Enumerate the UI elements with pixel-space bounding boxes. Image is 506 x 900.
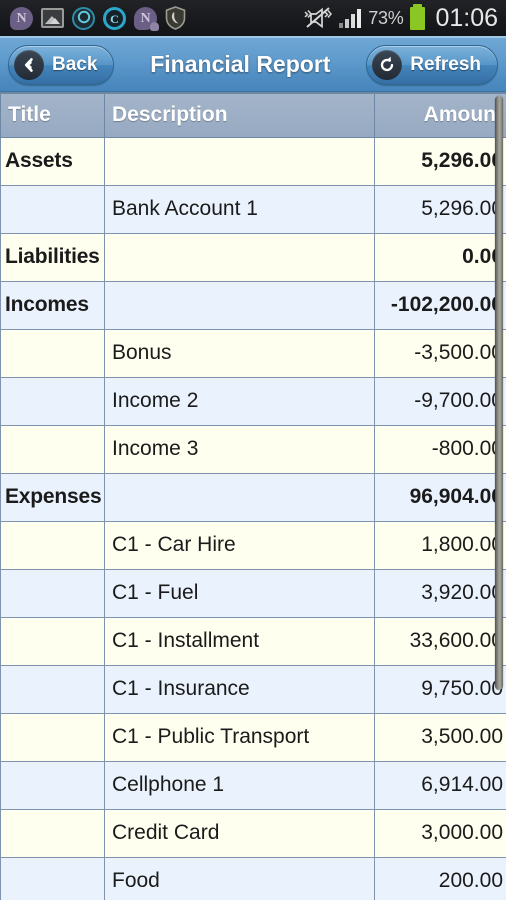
back-button-label: Back bbox=[52, 53, 98, 75]
cell-title: Incomes bbox=[0, 280, 105, 330]
back-button[interactable]: Back bbox=[8, 44, 115, 85]
battery-icon bbox=[410, 3, 426, 30]
cell-description: C1 - Fuel bbox=[104, 568, 375, 618]
refresh-icon bbox=[372, 49, 403, 80]
cell-title bbox=[0, 568, 105, 618]
cell-amount: 0.00 bbox=[374, 232, 506, 282]
cell-amount: 3,920.00 bbox=[374, 568, 506, 618]
security-shield-icon bbox=[165, 6, 186, 30]
cell-description bbox=[104, 232, 375, 282]
cell-description: Credit Card bbox=[104, 808, 375, 858]
battery-percent-label: 73% bbox=[368, 7, 404, 28]
chevron-left-icon bbox=[14, 49, 44, 80]
cell-amount: 33,600.00 bbox=[374, 616, 506, 666]
notification-icon-group: N C N bbox=[10, 6, 186, 31]
table-header: Title Description Amount bbox=[0, 92, 506, 138]
table-row[interactable]: Incomes -102,200.00 bbox=[0, 280, 506, 330]
app-title-bar: Back Financial Report Refresh bbox=[0, 36, 506, 92]
table-row[interactable]: C1 - Public Transport 3,500.00 bbox=[0, 712, 506, 762]
cell-amount: 5,296.00 bbox=[374, 184, 506, 234]
cell-title bbox=[0, 808, 105, 858]
cell-description: Income 3 bbox=[104, 424, 375, 474]
cell-title bbox=[0, 328, 105, 378]
table-header-row: Title Description Amount bbox=[0, 92, 506, 138]
cell-description: Bonus bbox=[104, 328, 375, 378]
cell-amount: -3,500.00 bbox=[374, 328, 506, 378]
column-header-description[interactable]: Description bbox=[104, 92, 375, 138]
cell-title bbox=[0, 376, 105, 426]
table-body: Assets 5,296.00 Bank Account 1 5,296.00 Liab… bbox=[0, 136, 506, 900]
cell-amount: -9,700.00 bbox=[374, 376, 506, 426]
status-bar: N C N 73% 01:06 bbox=[0, 0, 506, 36]
financial-report-table: Title Description Amount Assets 5,296.00 B… bbox=[0, 92, 506, 900]
status-right-group: 73% 01:06 bbox=[304, 3, 498, 33]
gallery-image-icon bbox=[41, 8, 64, 28]
cell-title: Expenses bbox=[0, 472, 105, 522]
cell-title: Assets bbox=[0, 136, 105, 186]
table-row[interactable]: Liabilities 0.00 bbox=[0, 232, 506, 282]
cell-amount: 96,904.00 bbox=[374, 472, 506, 522]
table-row[interactable]: C1 - Insurance 9,750.00 bbox=[0, 664, 506, 714]
table-row[interactable]: Assets 5,296.00 bbox=[0, 136, 506, 186]
table-row[interactable]: Expenses 96,904.00 bbox=[0, 472, 506, 522]
cell-description bbox=[104, 280, 375, 330]
cell-amount: 9,750.00 bbox=[374, 664, 506, 714]
cell-title bbox=[0, 616, 105, 666]
opera-c-icon: C bbox=[103, 6, 126, 30]
cell-title bbox=[0, 712, 105, 762]
cell-title bbox=[0, 760, 105, 810]
cell-title bbox=[0, 424, 105, 474]
refresh-button-label: Refresh bbox=[410, 53, 481, 75]
column-header-amount[interactable]: Amount bbox=[374, 92, 506, 138]
table-row[interactable]: C1 - Installment 33,600.00 bbox=[0, 616, 506, 666]
cell-description: C1 - Car Hire bbox=[104, 520, 375, 570]
cell-amount: -800.00 bbox=[374, 424, 506, 474]
cell-amount: 1,800.00 bbox=[374, 520, 506, 570]
cell-description bbox=[104, 472, 375, 522]
cell-title bbox=[0, 856, 105, 900]
cell-description: Bank Account 1 bbox=[104, 184, 375, 234]
cell-description: C1 - Insurance bbox=[104, 664, 375, 714]
cell-title: Liabilities bbox=[0, 232, 105, 282]
cell-amount: 5,296.00 bbox=[374, 136, 506, 186]
table-row[interactable]: Credit Card 3,000.00 bbox=[0, 808, 506, 858]
column-header-title[interactable]: Title bbox=[0, 92, 105, 138]
cell-description: Cellphone 1 bbox=[104, 760, 375, 810]
app-screen: N C N 73% 01:06 Back Financial Report Re… bbox=[0, 0, 506, 900]
cell-amount: 200.00 bbox=[374, 856, 506, 900]
cell-title bbox=[0, 184, 105, 234]
refresh-button[interactable]: Refresh bbox=[366, 44, 498, 85]
table-row[interactable]: C1 - Fuel 3,920.00 bbox=[0, 568, 506, 618]
vertical-scrollbar[interactable] bbox=[495, 96, 503, 690]
cell-amount: -102,200.00 bbox=[374, 280, 506, 330]
cell-title bbox=[0, 664, 105, 714]
table-row[interactable]: Income 3 -800.00 bbox=[0, 424, 506, 474]
android-sync-icon bbox=[72, 6, 95, 30]
table-row[interactable]: Bonus -3,500.00 bbox=[0, 328, 506, 378]
cell-description: Income 2 bbox=[104, 376, 375, 426]
cell-amount: 3,500.00 bbox=[374, 712, 506, 762]
note-bubble-alert-icon: N bbox=[134, 6, 159, 31]
table-row[interactable]: C1 - Car Hire 1,800.00 bbox=[0, 520, 506, 570]
table-row[interactable]: Cellphone 1 6,914.00 bbox=[0, 760, 506, 810]
note-bubble-icon: N bbox=[10, 6, 33, 30]
cell-amount: 6,914.00 bbox=[374, 760, 506, 810]
cell-description: C1 - Public Transport bbox=[104, 712, 375, 762]
cell-description: C1 - Installment bbox=[104, 616, 375, 666]
clock-label: 01:06 bbox=[435, 3, 498, 32]
signal-bars-icon bbox=[339, 8, 362, 28]
cell-description: Food bbox=[104, 856, 375, 900]
cell-description bbox=[104, 136, 375, 186]
vibrate-off-icon bbox=[304, 7, 333, 29]
table-row[interactable]: Food 200.00 bbox=[0, 856, 506, 900]
page-title: Financial Report bbox=[150, 51, 331, 77]
cell-amount: 3,000.00 bbox=[374, 808, 506, 858]
cell-title bbox=[0, 520, 105, 570]
report-table-container[interactable]: Title Description Amount Assets 5,296.00 B… bbox=[0, 92, 506, 900]
table-row[interactable]: Bank Account 1 5,296.00 bbox=[0, 184, 506, 234]
table-row[interactable]: Income 2 -9,700.00 bbox=[0, 376, 506, 426]
